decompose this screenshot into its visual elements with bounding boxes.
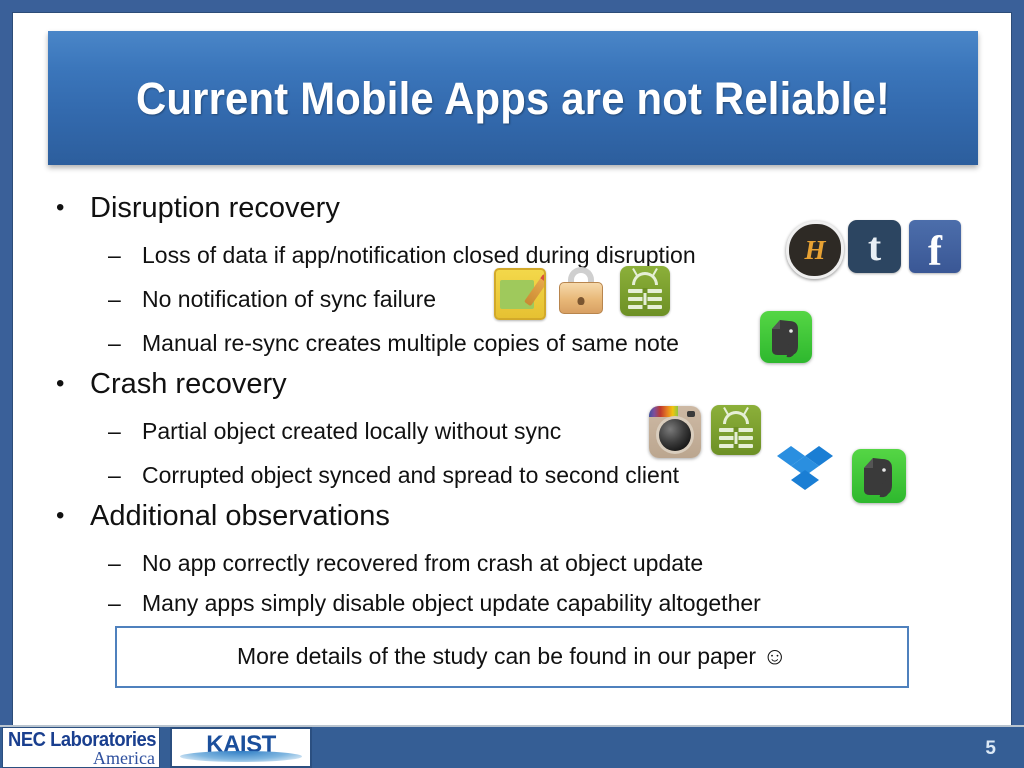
facebook-letter: f	[928, 229, 942, 276]
bullet-glyph: •	[56, 194, 65, 221]
callout-message: More details of the study can be found i…	[236, 643, 757, 669]
padlock-icon	[556, 266, 606, 316]
bullet-level2-label: No app correctly recovered from crash at…	[142, 550, 704, 576]
bullet-level2-label: Many apps simply disable object update c…	[142, 590, 761, 616]
page-number: 5	[985, 738, 996, 759]
bullet-level1: • Disruption recovery	[56, 194, 1012, 223]
dash-glyph: –	[108, 286, 121, 312]
slide: Current Mobile Apps are not Reliable! • …	[0, 0, 1024, 768]
bullet-level1: • Additional observations	[56, 502, 1012, 531]
smiley-icon: ☺	[762, 643, 787, 670]
colornote-icon	[494, 268, 546, 320]
callout-text: More details of the study can be found i…	[237, 643, 787, 671]
bullet-level1: • Crash recovery	[56, 370, 1012, 399]
dash-glyph: –	[108, 330, 121, 356]
rainbow-strip-shape	[649, 406, 679, 418]
hancom-icon: H	[786, 221, 844, 279]
bullet-glyph: •	[56, 502, 65, 529]
evernote-elephant-glyph	[864, 458, 892, 498]
bullet-level2-label: Loss of data if app/notification closed …	[142, 242, 696, 268]
lock-keyhole-shape	[577, 297, 585, 305]
nec-logo-line2: America	[93, 748, 155, 768]
dropbox-glyph	[777, 446, 833, 490]
bullet-level2: – Many apps simply disable object update…	[108, 592, 1012, 615]
callout-box: More details of the study can be found i…	[115, 626, 909, 688]
dropbox-icon	[776, 440, 834, 498]
kaist-swoosh-shape	[180, 751, 302, 762]
dash-glyph: –	[108, 462, 121, 488]
kaist-logo: KAIST	[170, 727, 312, 768]
dash-glyph: –	[108, 242, 121, 268]
dash-glyph: –	[108, 590, 121, 616]
bullet-level2-label: Partial object created locally without s…	[142, 418, 562, 444]
hancom-letter: H	[804, 234, 826, 265]
evernote-elephant-glyph	[772, 320, 798, 358]
bullet-level2: – Manual re-sync creates multiple copies…	[108, 332, 1012, 355]
keepassdroid-icon	[620, 266, 670, 316]
keepassdroid-icon	[711, 405, 761, 455]
bullet-level2-label: No notification of sync failure	[142, 286, 437, 312]
slide-canvas: Current Mobile Apps are not Reliable! • …	[12, 12, 1012, 756]
bullet-level2: – No app correctly recovered from crash …	[108, 552, 1012, 575]
bullet-glyph: •	[56, 370, 65, 397]
bullet-level2-label: Corrupted object synced and spread to se…	[142, 462, 679, 488]
evernote-icon	[760, 311, 812, 363]
camera-lens-shape	[659, 419, 691, 452]
dash-glyph: –	[108, 418, 121, 444]
viewfinder-shape	[687, 411, 695, 417]
bullet-level2-label: Manual re-sync creates multiple copies o…	[142, 330, 679, 356]
dash-glyph: –	[108, 550, 121, 576]
evernote-icon	[852, 449, 906, 503]
facebook-icon: f	[909, 220, 961, 273]
title-banner: Current Mobile Apps are not Reliable!	[48, 31, 978, 165]
nec-laboratories-logo: NEC Laboratories America	[2, 727, 160, 768]
bullet-level1-label: Additional observations	[90, 500, 390, 532]
page-title: Current Mobile Apps are not Reliable!	[135, 73, 891, 124]
tumblr-letter: t	[867, 223, 882, 269]
lock-pin-shape	[643, 293, 647, 305]
tumblr-icon: t	[848, 220, 901, 273]
bullet-level1-label: Disruption recovery	[90, 192, 340, 224]
bullet-level2: – Partial object created locally without…	[108, 420, 1012, 443]
bullet-level1-label: Crash recovery	[90, 368, 287, 400]
lock-pin-shape	[734, 432, 738, 444]
instagram-icon	[649, 406, 701, 458]
